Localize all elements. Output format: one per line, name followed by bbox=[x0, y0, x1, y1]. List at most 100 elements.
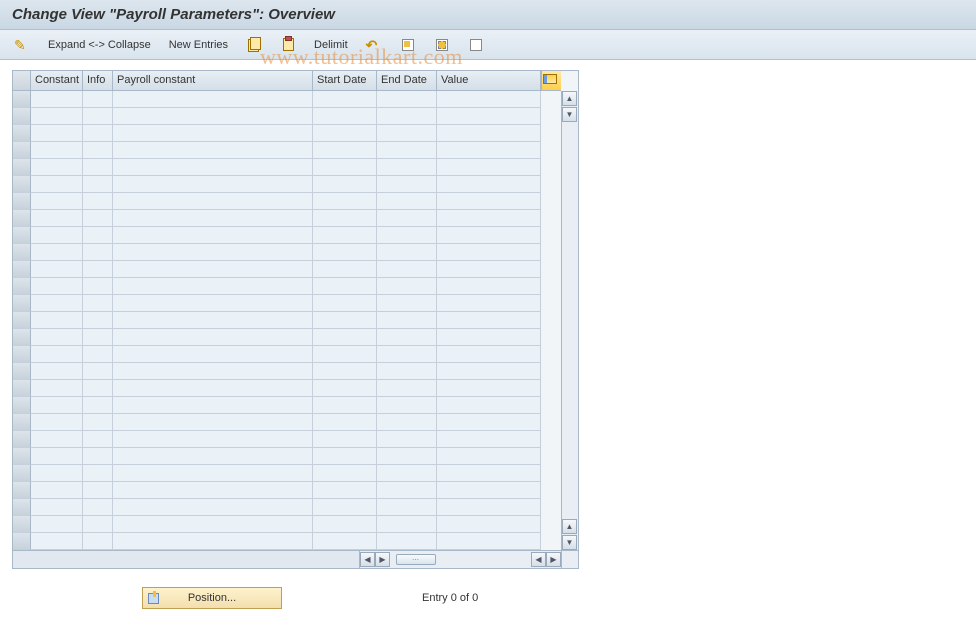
row-selector[interactable] bbox=[13, 516, 31, 533]
cell-end-date[interactable] bbox=[377, 448, 437, 465]
cell-end-date[interactable] bbox=[377, 125, 437, 142]
table-row[interactable] bbox=[13, 108, 561, 125]
cell-payroll-constant[interactable] bbox=[113, 346, 313, 363]
column-header-constant[interactable]: Constant bbox=[31, 71, 83, 91]
column-header-start-date[interactable]: Start Date bbox=[313, 71, 377, 91]
select-block-button[interactable] bbox=[430, 35, 454, 55]
cell-start-date[interactable] bbox=[313, 533, 377, 550]
cell-constant[interactable] bbox=[31, 465, 83, 482]
cell-end-date[interactable] bbox=[377, 312, 437, 329]
cell-payroll-constant[interactable] bbox=[113, 380, 313, 397]
cell-value[interactable] bbox=[437, 397, 541, 414]
vertical-scrollbar[interactable]: ▲ ▼ ▲ ▼ bbox=[561, 91, 578, 550]
table-row[interactable] bbox=[13, 516, 561, 533]
select-all-rows-header[interactable] bbox=[13, 71, 31, 91]
column-header-end-date[interactable]: End Date bbox=[377, 71, 437, 91]
row-selector[interactable] bbox=[13, 329, 31, 346]
cell-start-date[interactable] bbox=[313, 482, 377, 499]
row-selector[interactable] bbox=[13, 363, 31, 380]
cell-value[interactable] bbox=[437, 142, 541, 159]
cell-value[interactable] bbox=[437, 159, 541, 176]
cell-end-date[interactable] bbox=[377, 142, 437, 159]
cell-end-date[interactable] bbox=[377, 193, 437, 210]
cell-end-date[interactable] bbox=[377, 397, 437, 414]
scroll-down-step-button[interactable]: ▼ bbox=[562, 107, 577, 122]
cell-payroll-constant[interactable] bbox=[113, 516, 313, 533]
cell-payroll-constant[interactable] bbox=[113, 125, 313, 142]
cell-info[interactable] bbox=[83, 448, 113, 465]
cell-constant[interactable] bbox=[31, 414, 83, 431]
cell-value[interactable] bbox=[437, 363, 541, 380]
cell-start-date[interactable] bbox=[313, 346, 377, 363]
table-row[interactable] bbox=[13, 227, 561, 244]
cell-end-date[interactable] bbox=[377, 278, 437, 295]
hscroll-thumb[interactable]: ⋯ bbox=[396, 554, 436, 565]
table-row[interactable] bbox=[13, 397, 561, 414]
cell-constant[interactable] bbox=[31, 91, 83, 108]
cell-value[interactable] bbox=[437, 312, 541, 329]
cell-constant[interactable] bbox=[31, 499, 83, 516]
cell-constant[interactable] bbox=[31, 159, 83, 176]
cell-payroll-constant[interactable] bbox=[113, 431, 313, 448]
cell-end-date[interactable] bbox=[377, 176, 437, 193]
table-row[interactable] bbox=[13, 91, 561, 108]
cell-constant[interactable] bbox=[31, 193, 83, 210]
row-selector[interactable] bbox=[13, 227, 31, 244]
cell-constant[interactable] bbox=[31, 397, 83, 414]
cell-constant[interactable] bbox=[31, 516, 83, 533]
table-row[interactable] bbox=[13, 295, 561, 312]
table-row[interactable] bbox=[13, 482, 561, 499]
scroll-up-button[interactable]: ▲ bbox=[562, 91, 577, 106]
cell-end-date[interactable] bbox=[377, 261, 437, 278]
cell-end-date[interactable] bbox=[377, 431, 437, 448]
cell-info[interactable] bbox=[83, 159, 113, 176]
cell-value[interactable] bbox=[437, 278, 541, 295]
cell-start-date[interactable] bbox=[313, 159, 377, 176]
horizontal-scrollbar[interactable]: ◀ ▶ ⋯ ◀ ▶ bbox=[360, 551, 561, 568]
table-row[interactable] bbox=[13, 125, 561, 142]
cell-payroll-constant[interactable] bbox=[113, 261, 313, 278]
cell-info[interactable] bbox=[83, 363, 113, 380]
cell-info[interactable] bbox=[83, 431, 113, 448]
cell-payroll-constant[interactable] bbox=[113, 142, 313, 159]
row-selector[interactable] bbox=[13, 499, 31, 516]
cell-constant[interactable] bbox=[31, 108, 83, 125]
cell-value[interactable] bbox=[437, 108, 541, 125]
row-selector[interactable] bbox=[13, 210, 31, 227]
table-row[interactable] bbox=[13, 210, 561, 227]
cell-end-date[interactable] bbox=[377, 414, 437, 431]
table-row[interactable] bbox=[13, 244, 561, 261]
copy-button[interactable] bbox=[242, 35, 266, 55]
table-row[interactable] bbox=[13, 329, 561, 346]
cell-info[interactable] bbox=[83, 397, 113, 414]
cell-constant[interactable] bbox=[31, 261, 83, 278]
cell-info[interactable] bbox=[83, 346, 113, 363]
column-header-payroll-constant[interactable]: Payroll constant bbox=[113, 71, 313, 91]
table-row[interactable] bbox=[13, 278, 561, 295]
table-row[interactable] bbox=[13, 431, 561, 448]
cell-value[interactable] bbox=[437, 448, 541, 465]
row-selector[interactable] bbox=[13, 465, 31, 482]
cell-value[interactable] bbox=[437, 533, 541, 550]
cell-end-date[interactable] bbox=[377, 210, 437, 227]
cell-value[interactable] bbox=[437, 176, 541, 193]
cell-info[interactable] bbox=[83, 278, 113, 295]
cell-start-date[interactable] bbox=[313, 142, 377, 159]
row-selector[interactable] bbox=[13, 261, 31, 278]
cell-payroll-constant[interactable] bbox=[113, 108, 313, 125]
table-row[interactable] bbox=[13, 142, 561, 159]
cell-info[interactable] bbox=[83, 210, 113, 227]
row-selector[interactable] bbox=[13, 278, 31, 295]
cell-info[interactable] bbox=[83, 499, 113, 516]
cell-info[interactable] bbox=[83, 91, 113, 108]
cell-end-date[interactable] bbox=[377, 346, 437, 363]
cell-info[interactable] bbox=[83, 414, 113, 431]
cell-payroll-constant[interactable] bbox=[113, 193, 313, 210]
cell-info[interactable] bbox=[83, 176, 113, 193]
cell-end-date[interactable] bbox=[377, 91, 437, 108]
cell-value[interactable] bbox=[437, 193, 541, 210]
table-row[interactable] bbox=[13, 176, 561, 193]
cell-start-date[interactable] bbox=[313, 108, 377, 125]
table-row[interactable] bbox=[13, 363, 561, 380]
cell-value[interactable] bbox=[437, 482, 541, 499]
